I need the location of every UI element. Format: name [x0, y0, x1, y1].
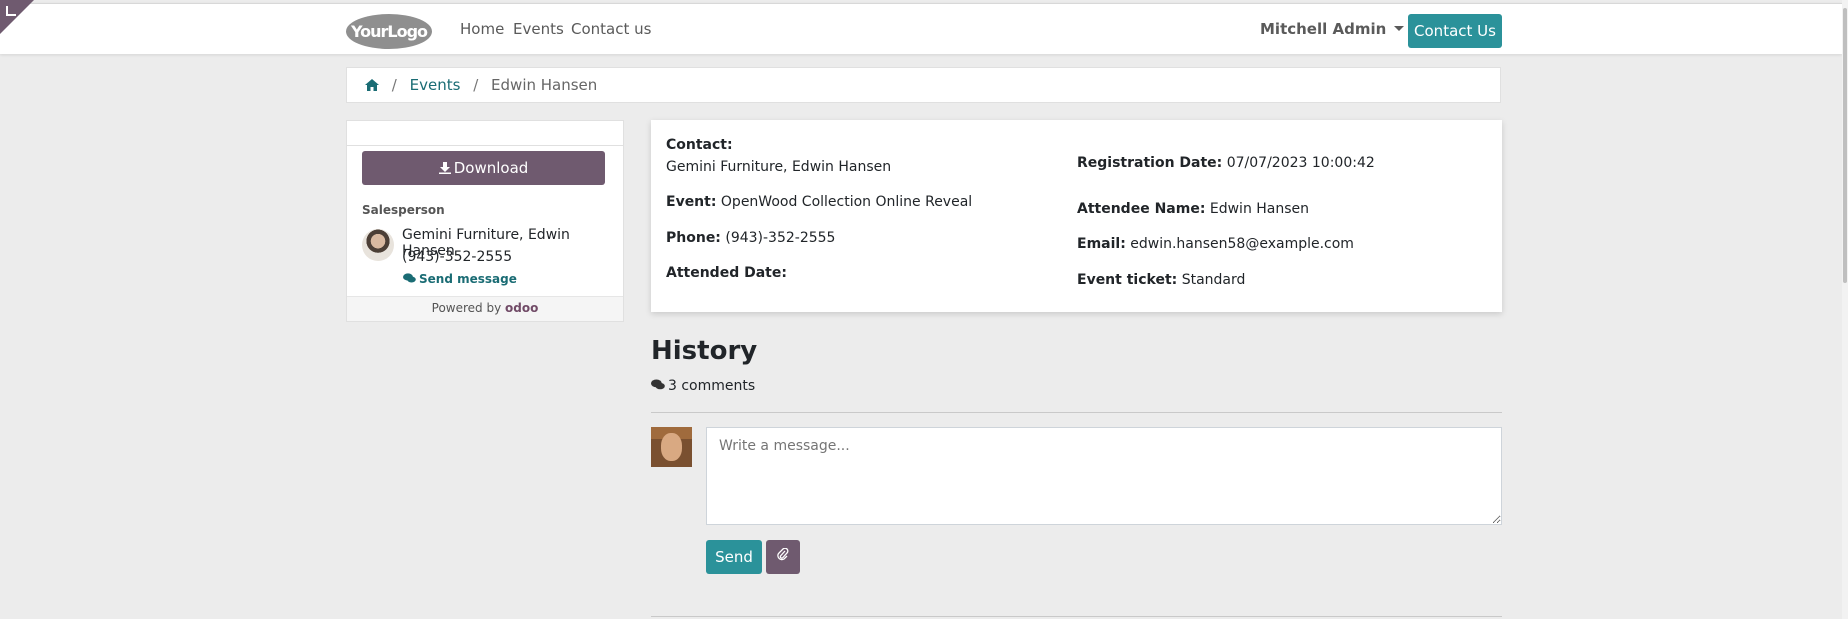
- nav-home[interactable]: Home: [460, 20, 504, 38]
- attended-date-field: Attended Date:: [666, 265, 787, 281]
- contact-value: Gemini Furniture, Edwin Hansen: [666, 159, 892, 175]
- send-button[interactable]: Send: [706, 540, 762, 574]
- user-avatar: [651, 427, 692, 467]
- contact-us-button[interactable]: Contact Us: [1408, 14, 1502, 48]
- salesperson-phone: (943)-352-2555: [402, 249, 513, 265]
- odoo-logo[interactable]: odoo: [505, 301, 538, 315]
- breadcrumb-events[interactable]: Events: [410, 76, 461, 94]
- breadcrumb-separator: /: [391, 76, 397, 94]
- sidebar-card: Download Salesperson Gemini Furniture, E…: [346, 120, 624, 322]
- home-icon[interactable]: [365, 76, 384, 94]
- user-menu[interactable]: Mitchell Admin: [1260, 20, 1405, 38]
- comments-icon: [651, 379, 665, 390]
- registration-date-field: Registration Date: 07/07/2023 10:00:42: [1077, 155, 1375, 171]
- breadcrumb-separator: /: [473, 76, 479, 94]
- corner-icon: [6, 6, 16, 16]
- scrollbar[interactable]: [1842, 0, 1848, 619]
- powered-by: Powered by odoo: [347, 296, 623, 321]
- contact-label: Contact:: [666, 137, 733, 153]
- download-icon: [438, 162, 451, 174]
- sidebar-header: [347, 121, 623, 146]
- breadcrumb-current: Edwin Hansen: [491, 76, 598, 94]
- comments-count: 3 comments: [651, 378, 755, 394]
- top-navbar: YourLogo Home Events Contact us Mitchell…: [0, 3, 1842, 54]
- caret-down-icon: [1394, 26, 1405, 31]
- attendee-name-field: Attendee Name: Edwin Hansen: [1077, 201, 1310, 217]
- phone-field: Phone: (943)-352-2555: [666, 230, 836, 246]
- registration-details-card: Contact: Gemini Furniture, Edwin Hansen …: [651, 120, 1502, 312]
- powered-by-label: Powered by: [431, 301, 502, 315]
- history-title: History: [651, 336, 758, 366]
- user-name: Mitchell Admin: [1260, 20, 1387, 38]
- message-input[interactable]: [706, 427, 1502, 525]
- download-label: Download: [453, 159, 529, 177]
- email-field: Email: edwin.hansen58@example.com: [1077, 236, 1354, 252]
- paperclip-icon: [777, 547, 789, 561]
- nav-contact-us[interactable]: Contact us: [571, 20, 651, 38]
- bottom-divider: [651, 616, 1502, 617]
- history-divider: [651, 412, 1502, 413]
- scrollbar-thumb[interactable]: [1843, 8, 1847, 283]
- comments-icon: [403, 273, 416, 283]
- salesperson-label: Salesperson: [362, 203, 445, 217]
- event-ticket-field: Event ticket: Standard: [1077, 272, 1246, 288]
- send-message-link[interactable]: Send message: [403, 272, 517, 286]
- download-button[interactable]: Download: [362, 151, 605, 185]
- salesperson-avatar: [362, 229, 394, 261]
- event-field: Event: OpenWood Collection Online Reveal: [666, 194, 973, 210]
- site-logo[interactable]: YourLogo: [346, 14, 432, 49]
- attach-button[interactable]: [766, 540, 800, 574]
- send-message-label: Send message: [419, 272, 517, 286]
- breadcrumb: / Events / Edwin Hansen: [346, 67, 1501, 103]
- nav-events[interactable]: Events: [513, 20, 564, 38]
